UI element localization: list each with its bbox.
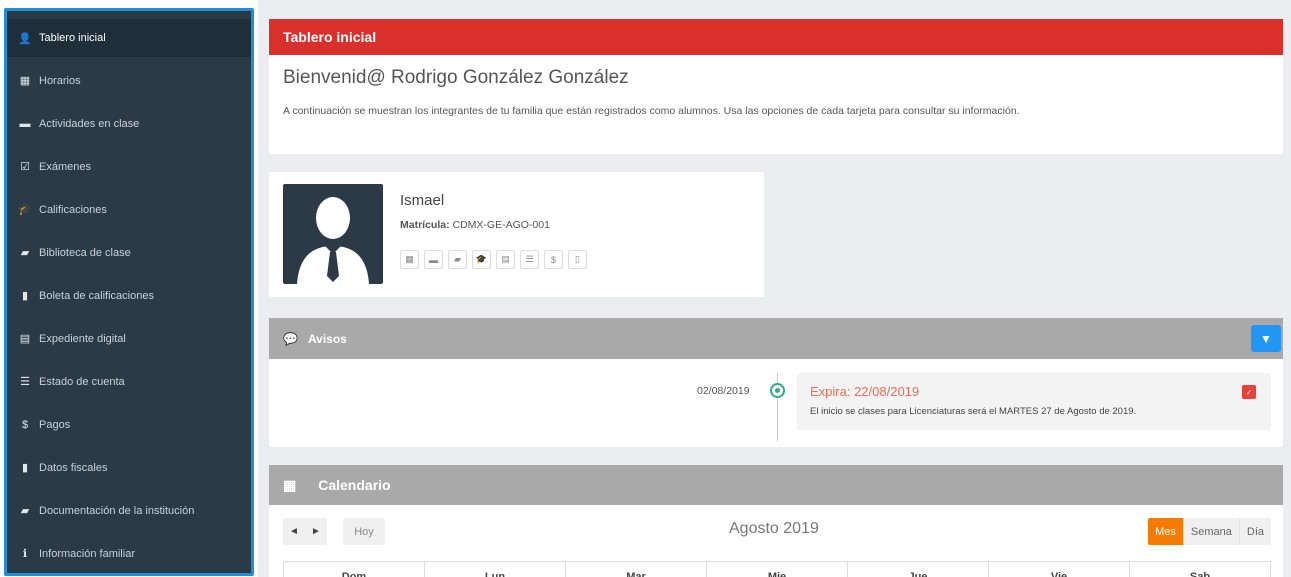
- info-icon: ℹ: [22, 548, 28, 560]
- calendar-panel: ▦ Calendario ◄ ► Hoy Agosto 2019 Mes Sem…: [269, 465, 1283, 577]
- sidebar-item-label: Documentación de la institución: [39, 504, 195, 517]
- aviso-date: 02/08/2019: [697, 385, 750, 397]
- sidebar-item-tablero-inicial[interactable]: 👤 Tablero inicial: [7, 19, 251, 57]
- calendar-icon[interactable]: ▦: [400, 250, 419, 269]
- next-month-button[interactable]: ►: [305, 518, 327, 545]
- sidebar-item-label: Tablero inicial: [39, 32, 106, 44]
- sidebar-item-estado-de-cuenta[interactable]: ☰ Estado de cuenta: [7, 360, 251, 403]
- welcome-panel: Tablero inicial Bienvenid@ Rodrigo Gonzá…: [269, 19, 1283, 154]
- calendar-day-header: Jue: [848, 562, 989, 577]
- calendar-icon: ▦: [283, 476, 297, 493]
- matricula-label: Matrícula:: [400, 219, 450, 231]
- calendar-day-header: Mie: [707, 562, 848, 577]
- matricula-value: CDMX-GE-AGO-001: [452, 219, 550, 231]
- sidebar-item-pagos[interactable]: $ Pagos: [7, 403, 251, 446]
- graduation-cap-icon: 🎓: [18, 204, 32, 216]
- timeline-dot-icon: [770, 383, 785, 398]
- comments-icon: 💬: [283, 331, 298, 346]
- sidebar-item-label: Información familiar: [39, 547, 135, 560]
- sidebar-item-label: Calificaciones: [39, 203, 107, 216]
- calendar-header: ▦ Calendario: [269, 465, 1283, 505]
- calendar-day-header: Dom: [284, 562, 425, 577]
- filter-icon: ▼: [1260, 331, 1272, 346]
- student-matricula: Matrícula: CDMX-GE-AGO-001: [400, 219, 550, 231]
- main-content: Tablero inicial Bienvenid@ Rodrigo Gonzá…: [269, 19, 1283, 577]
- sidebar-item-label: Estado de cuenta: [39, 375, 125, 388]
- calendar-view-switch: Mes Semana Día: [1148, 518, 1271, 545]
- sidebar-item-actividades-en-clase[interactable]: ▬ Actividades en clase: [7, 102, 251, 145]
- user-icon: 👤: [18, 32, 32, 45]
- aviso-text: El inicio se clases para Licenciaturas s…: [810, 406, 1137, 417]
- archive-icon: ▤: [19, 333, 31, 345]
- sidebar-item-label: Exámenes: [39, 160, 91, 173]
- student-actions: ▦ ▬ ▰ 🎓 ▤ ☰ $ ▯: [400, 250, 587, 269]
- calendar-nav: ◄ ► Hoy: [283, 518, 385, 545]
- calendar-title: Calendario: [318, 477, 391, 493]
- calendar-day-header: Mar: [566, 562, 707, 577]
- avisos-header: 💬 Avisos ▼: [269, 318, 1283, 359]
- sidebar-item-biblioteca-de-clase[interactable]: ▰ Biblioteca de clase: [7, 231, 251, 274]
- folder-open-icon: ▰: [20, 247, 30, 259]
- sidebar-item-calificaciones[interactable]: 🎓 Calificaciones: [7, 188, 251, 231]
- archive-icon[interactable]: ▤: [496, 250, 515, 269]
- sidebar-item-documentacion-de-la-institucion[interactable]: ▰ Documentación de la institución: [7, 489, 251, 532]
- file-icon: ▮: [21, 290, 29, 302]
- sidebar-item-boleta-de-calificaciones[interactable]: ▮ Boleta de calificaciones: [7, 274, 251, 317]
- today-button[interactable]: Hoy: [343, 518, 385, 545]
- sidebar-item-label: Actividades en clase: [39, 117, 140, 130]
- list-icon[interactable]: ☰: [520, 250, 539, 269]
- dollar-icon: $: [21, 418, 29, 431]
- file-text-icon[interactable]: ▯: [568, 250, 587, 269]
- view-week-button[interactable]: Semana: [1183, 518, 1240, 545]
- sidebar-item-label: Biblioteca de clase: [39, 246, 131, 259]
- prev-month-button[interactable]: ◄: [283, 518, 305, 545]
- welcome-heading: Bienvenid@ Rodrigo González González: [283, 67, 629, 88]
- aviso-expira: Expira: 22/08/2019: [810, 384, 920, 399]
- avisos-panel: 💬 Avisos ▼ 02/08/2019 Expira: 22/08/2019…: [269, 318, 1283, 447]
- aviso-item[interactable]: Expira: 22/08/2019 El inicio se clases p…: [797, 373, 1271, 430]
- avisos-title: Avisos: [307, 331, 347, 346]
- welcome-description: A continuación se muestran los integrant…: [283, 105, 1020, 117]
- dollar-icon[interactable]: $: [544, 250, 563, 269]
- sidebar-item-examenes[interactable]: ☑ Exámenes: [7, 145, 251, 188]
- sidebar-item-label: Datos fiscales: [39, 461, 108, 474]
- filter-button[interactable]: ▼: [1251, 325, 1281, 352]
- checkbox-icon: ☑: [20, 161, 30, 173]
- page-title: Tablero inicial: [269, 19, 1283, 55]
- view-day-button[interactable]: Día: [1239, 518, 1271, 545]
- sidebar: 👤 Tablero inicial ▦ Horarios ▬ Actividades en…: [0, 0, 258, 577]
- calendar-day-headers: Dom Lun Mar Mie Jue Vie Sab: [283, 561, 1271, 577]
- calendar-day-header: Vie: [989, 562, 1130, 577]
- list-icon: ☰: [20, 376, 30, 388]
- sidebar-item-informacion-familiar[interactable]: ℹ Información familiar: [7, 532, 251, 573]
- student-name: Ismael: [400, 192, 445, 209]
- calendar-icon: ▦: [19, 75, 31, 87]
- briefcase-icon[interactable]: ▬: [424, 250, 443, 269]
- user-silhouette-icon: [297, 197, 369, 284]
- sidebar-item-label: Horarios: [39, 74, 81, 87]
- calendar-month-title: Agosto 2019: [729, 520, 819, 537]
- sidebar-item-label: Expediente digital: [39, 332, 126, 345]
- sidebar-item-label: Pagos: [39, 418, 71, 431]
- briefcase-icon: ▬: [19, 117, 31, 130]
- sidebar-item-label: Boleta de calificaciones: [39, 289, 154, 302]
- avatar: [283, 184, 383, 284]
- sidebar-item-expediente-digital[interactable]: ▤ Expediente digital: [7, 317, 251, 360]
- alert-badge-icon[interactable]: ✓: [1242, 385, 1256, 399]
- student-card: Ismael Matrícula: CDMX-GE-AGO-001 ▦ ▬ ▰ 🎓 ▤ ☰…: [269, 172, 764, 297]
- calendar-day-header: Lun: [425, 562, 566, 577]
- book-icon: ▰: [20, 505, 30, 517]
- bookmark-icon: ▮: [21, 462, 29, 474]
- sidebar-nav: 👤 Tablero inicial ▦ Horarios ▬ Actividades en…: [4, 8, 254, 576]
- sidebar-item-datos-fiscales[interactable]: ▮ Datos fiscales: [7, 446, 251, 489]
- view-month-button[interactable]: Mes: [1148, 518, 1184, 545]
- graduation-cap-icon[interactable]: 🎓: [472, 250, 491, 269]
- sidebar-item-horarios[interactable]: ▦ Horarios: [7, 59, 251, 102]
- calendar-day-header: Sab: [1130, 562, 1271, 577]
- folder-open-icon[interactable]: ▰: [448, 250, 467, 269]
